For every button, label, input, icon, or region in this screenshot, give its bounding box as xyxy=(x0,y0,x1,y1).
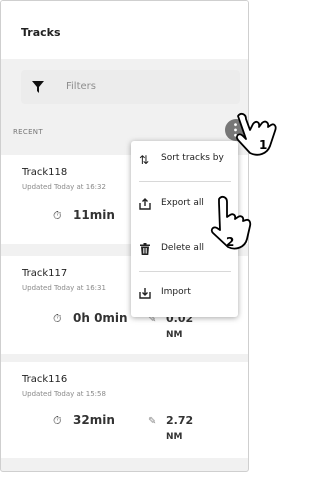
trash-icon xyxy=(140,243,150,255)
menu-item-label: Sort tracks by xyxy=(161,153,224,163)
track-name: Track116 xyxy=(22,374,68,385)
callout-number: 1 xyxy=(259,138,268,152)
track-card[interactable]: Track116 Updated Today at 15:58 ⏱ 32min … xyxy=(1,362,248,458)
import-icon xyxy=(139,288,151,299)
tap-hand-icon xyxy=(236,112,277,156)
track-duration: 11min xyxy=(73,208,115,222)
page-title: Tracks xyxy=(21,26,61,39)
stopwatch-icon: ⏱ xyxy=(53,414,62,427)
callout-number: 2 xyxy=(226,235,235,249)
menu-divider xyxy=(139,181,231,182)
stopwatch-icon: ⏱ xyxy=(53,209,62,222)
menu-item-import[interactable]: Import xyxy=(131,275,238,315)
menu-divider xyxy=(139,271,231,272)
menu-item-label: Delete all xyxy=(161,243,204,253)
track-duration: 32min xyxy=(73,413,115,427)
track-duration: 0h 0min xyxy=(73,311,128,325)
track-distance: 2.72 xyxy=(166,414,194,427)
distance-icon: ✎ xyxy=(148,416,157,427)
track-updated: Updated Today at 15:58 xyxy=(22,390,106,398)
filter-placeholder: Filters xyxy=(66,81,96,92)
menu-item-sort[interactable]: ⇅ Sort tracks by xyxy=(131,141,238,181)
section-label-recent: RECENT xyxy=(13,128,43,136)
distance-unit: NM xyxy=(166,330,183,340)
header-bar: Tracks xyxy=(1,1,248,59)
track-name: Track118 xyxy=(22,167,68,178)
track-updated: Updated Today at 16:31 xyxy=(22,284,106,292)
menu-item-label: Export all xyxy=(161,198,204,208)
track-name: Track117 xyxy=(22,268,68,279)
menu-item-label: Import xyxy=(161,287,191,297)
filter-input[interactable]: Filters xyxy=(21,70,240,104)
export-icon xyxy=(139,198,151,210)
stopwatch-icon: ⏱ xyxy=(53,312,62,325)
track-updated: Updated Today at 16:32 xyxy=(22,183,106,191)
filter-icon xyxy=(32,81,44,93)
sort-icon: ⇅ xyxy=(139,153,150,167)
distance-unit: NM xyxy=(166,432,183,442)
